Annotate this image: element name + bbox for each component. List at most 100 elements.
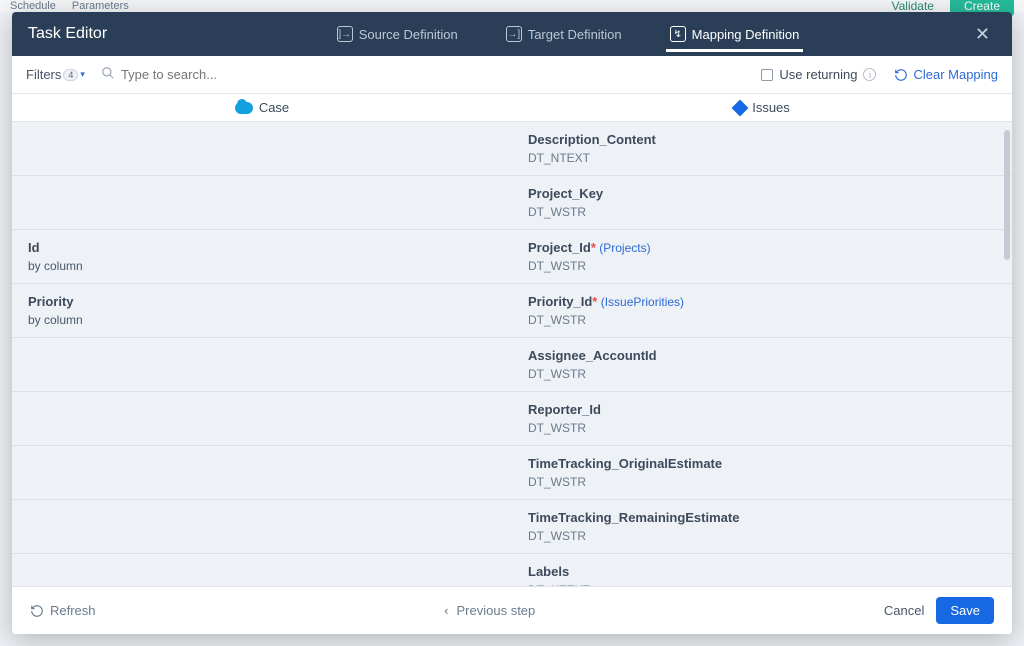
info-icon[interactable]: i bbox=[863, 68, 876, 81]
previous-step-button[interactable]: ‹ Previous step bbox=[96, 603, 884, 618]
source-cell[interactable] bbox=[12, 500, 512, 553]
target-field-name: Project_Key bbox=[528, 186, 996, 201]
target-cell[interactable]: Project_Id* (Projects) DT_WSTR bbox=[512, 230, 1012, 283]
filters-count-badge: 4 bbox=[63, 69, 78, 81]
modal-footer: Refresh ‹ Previous step Cancel Save bbox=[12, 586, 1012, 634]
target-cell[interactable]: LabelsDT_NTEXT bbox=[512, 554, 1012, 586]
source-cell[interactable] bbox=[12, 338, 512, 391]
filters-label: Filters bbox=[26, 67, 61, 82]
source-cell[interactable] bbox=[12, 122, 512, 175]
bg-parameters: Parameters bbox=[72, 0, 129, 12]
target-cell[interactable]: TimeTracking_RemainingEstimate DT_WSTR bbox=[512, 500, 1012, 553]
undo-icon bbox=[894, 68, 908, 82]
target-field-name: TimeTracking_RemainingEstimate bbox=[528, 510, 996, 525]
source-def-icon: ]→ bbox=[337, 26, 353, 42]
mapping-row[interactable]: TimeTracking_RemainingEstimate DT_WSTR bbox=[12, 500, 1012, 554]
tab-target-definition[interactable]: →] Target Definition bbox=[502, 16, 626, 52]
mapping-row[interactable]: LabelsDT_NTEXT bbox=[12, 554, 1012, 586]
mapping-row[interactable]: Id by column Project_Id* (Projects) DT_WSTR bbox=[12, 230, 1012, 284]
mapping-row[interactable]: Priority by column Priority_Id* (IssuePrio… bbox=[12, 284, 1012, 338]
refresh-label: Refresh bbox=[50, 603, 96, 618]
source-field-name: Priority bbox=[28, 294, 496, 309]
search-wrap bbox=[101, 66, 301, 83]
source-cell[interactable]: Priority by column bbox=[12, 284, 512, 337]
tab-label: Mapping Definition bbox=[692, 27, 800, 42]
target-field-type: DT_WSTR bbox=[528, 205, 996, 219]
mapping-row[interactable]: Description_Content DT_NTEXT bbox=[12, 122, 1012, 176]
target-field-name: TimeTracking_OriginalEstimate bbox=[528, 456, 996, 471]
target-field-name: Project_Id* (Projects) bbox=[528, 240, 996, 255]
lookup-link[interactable]: (Projects) bbox=[596, 241, 651, 255]
target-cell[interactable]: Project_Key DT_WSTR bbox=[512, 176, 1012, 229]
mapping-grid[interactable]: Description_Content DT_NTEXT Project_Key DT… bbox=[12, 122, 1012, 586]
search-icon bbox=[101, 66, 115, 83]
source-name: Case bbox=[259, 100, 289, 115]
modal-title: Task Editor bbox=[28, 25, 107, 43]
target-field-type: DT_WSTR bbox=[528, 259, 996, 273]
clear-mapping-label: Clear Mapping bbox=[913, 67, 998, 82]
target-cell[interactable]: Priority_Id* (IssuePriorities) DT_WSTR bbox=[512, 284, 1012, 337]
search-input[interactable] bbox=[121, 67, 301, 82]
use-returning-checkbox[interactable]: Use returning i bbox=[761, 67, 876, 82]
target-field-name: Description_Content bbox=[528, 132, 996, 147]
target-field-type: DT_WSTR bbox=[528, 529, 996, 543]
refresh-button[interactable]: Refresh bbox=[30, 603, 96, 618]
tab-source-definition[interactable]: ]→ Source Definition bbox=[333, 16, 462, 52]
salesforce-icon bbox=[235, 102, 253, 114]
mapping-row[interactable]: Project_Key DT_WSTR bbox=[12, 176, 1012, 230]
filters-dropdown[interactable]: Filters 4 ▾ bbox=[26, 67, 85, 82]
modal-header: Task Editor ]→ Source Definition →] Targ… bbox=[12, 12, 1012, 56]
tab-mapping-definition[interactable]: ↯ Mapping Definition bbox=[666, 16, 804, 52]
tab-label: Source Definition bbox=[359, 27, 458, 42]
jira-icon bbox=[732, 99, 749, 116]
scrollbar-thumb[interactable] bbox=[1004, 130, 1010, 260]
chevron-down-icon: ▾ bbox=[80, 69, 85, 80]
target-field-name: Labels bbox=[528, 564, 996, 579]
target-field-type: DT_NTEXT bbox=[528, 151, 996, 165]
save-button[interactable]: Save bbox=[936, 597, 994, 624]
header-tabs: ]→ Source Definition →] Target Definitio… bbox=[175, 16, 961, 52]
chevron-left-icon: ‹ bbox=[444, 603, 448, 618]
lookup-link[interactable]: (IssuePriorities) bbox=[597, 295, 684, 309]
close-icon[interactable]: ✕ bbox=[969, 20, 996, 49]
source-map-mode: by column bbox=[28, 313, 496, 327]
target-field-name: Reporter_Id bbox=[528, 402, 996, 417]
source-cell[interactable] bbox=[12, 176, 512, 229]
source-field-name: Id bbox=[28, 240, 496, 255]
source-cell[interactable] bbox=[12, 554, 512, 586]
target-cell[interactable]: Assignee_AccountId DT_WSTR bbox=[512, 338, 1012, 391]
target-field-type: DT_WSTR bbox=[528, 313, 996, 327]
source-cell[interactable] bbox=[12, 392, 512, 445]
target-name: Issues bbox=[752, 100, 790, 115]
target-field-type: DT_WSTR bbox=[528, 367, 996, 381]
task-editor-modal: Task Editor ]→ Source Definition →] Targ… bbox=[12, 12, 1012, 634]
mapping-def-icon: ↯ bbox=[670, 26, 686, 42]
target-column-header: Issues bbox=[512, 94, 1012, 121]
target-field-name: Priority_Id* (IssuePriorities) bbox=[528, 294, 996, 309]
mapping-row[interactable]: TimeTracking_OriginalEstimate DT_WSTR bbox=[12, 446, 1012, 500]
use-returning-label: Use returning bbox=[779, 67, 857, 82]
target-field-type: DT_WSTR bbox=[528, 421, 996, 435]
prev-step-label: Previous step bbox=[457, 603, 536, 618]
source-cell[interactable]: Id by column bbox=[12, 230, 512, 283]
target-cell[interactable]: TimeTracking_OriginalEstimate DT_WSTR bbox=[512, 446, 1012, 499]
source-column-header: Case bbox=[12, 94, 512, 121]
target-cell[interactable]: Reporter_Id DT_WSTR bbox=[512, 392, 1012, 445]
bg-schedule: Schedule bbox=[10, 0, 56, 12]
clear-mapping-button[interactable]: Clear Mapping bbox=[894, 67, 998, 82]
refresh-icon bbox=[30, 604, 44, 618]
mapping-row[interactable]: Reporter_Id DT_WSTR bbox=[12, 392, 1012, 446]
target-cell[interactable]: Description_Content DT_NTEXT bbox=[512, 122, 1012, 175]
column-headers: Case Issues bbox=[12, 94, 1012, 122]
target-field-type: DT_WSTR bbox=[528, 475, 996, 489]
cancel-button[interactable]: Cancel bbox=[884, 603, 924, 618]
checkbox-icon bbox=[761, 69, 773, 81]
source-cell[interactable] bbox=[12, 446, 512, 499]
target-def-icon: →] bbox=[506, 26, 522, 42]
mapping-row[interactable]: Assignee_AccountId DT_WSTR bbox=[12, 338, 1012, 392]
source-map-mode: by column bbox=[28, 259, 496, 273]
target-field-name: Assignee_AccountId bbox=[528, 348, 996, 363]
tab-label: Target Definition bbox=[528, 27, 622, 42]
filter-toolbar: Filters 4 ▾ Use returning i Clear Mappin… bbox=[12, 56, 1012, 94]
background-toolbar: Schedule Parameters Validate Create bbox=[0, 0, 1024, 12]
